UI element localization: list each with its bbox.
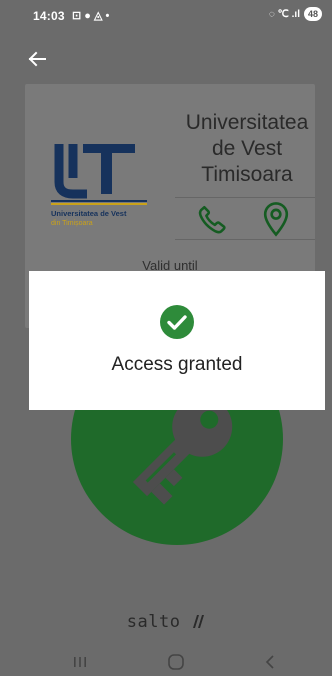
org-name-line: de Vest: [211, 137, 283, 160]
divider: [175, 239, 315, 240]
organization-name: Universitatea de Vest Timisoara: [177, 110, 317, 188]
org-name-line: Universitatea: [185, 111, 309, 134]
system-icons: ◌ ℃ .ıl 48: [269, 7, 322, 21]
access-granted-message: Access granted: [111, 354, 243, 375]
back-nav-icon[interactable]: [262, 652, 278, 672]
brand-logo: salto: [0, 612, 332, 632]
location-icon[interactable]: [261, 201, 291, 237]
system-nav-bar: [0, 648, 332, 676]
brand-mark-icon: [193, 615, 205, 628]
signal-icons: ◌ ℃ .ıl: [268, 8, 300, 20]
access-dialog: Access granted: [29, 271, 325, 410]
notification-icons: ⊡ ● ◬ •: [72, 10, 110, 22]
check-circle-icon: [160, 305, 194, 339]
logo-caption-line1: Universitatea de Vest: [51, 209, 127, 218]
home-icon[interactable]: [167, 653, 185, 671]
logo-caption-line2: din Timișoara: [51, 220, 93, 227]
arrow-left-icon[interactable]: [26, 48, 48, 70]
recents-icon[interactable]: [70, 652, 90, 672]
status-time: 14:03: [33, 9, 65, 23]
phone-icon[interactable]: [195, 203, 229, 237]
divider: [175, 197, 315, 198]
battery-icon: 48: [304, 7, 322, 21]
brand-name: salto: [126, 612, 181, 632]
status-bar: 14:03 ⊡ ● ◬ • ◌ ℃ .ıl 48: [0, 0, 332, 30]
university-logo: Universitatea de Vest din Timișoara: [51, 144, 147, 227]
org-name-line: Timisoara: [201, 163, 293, 186]
